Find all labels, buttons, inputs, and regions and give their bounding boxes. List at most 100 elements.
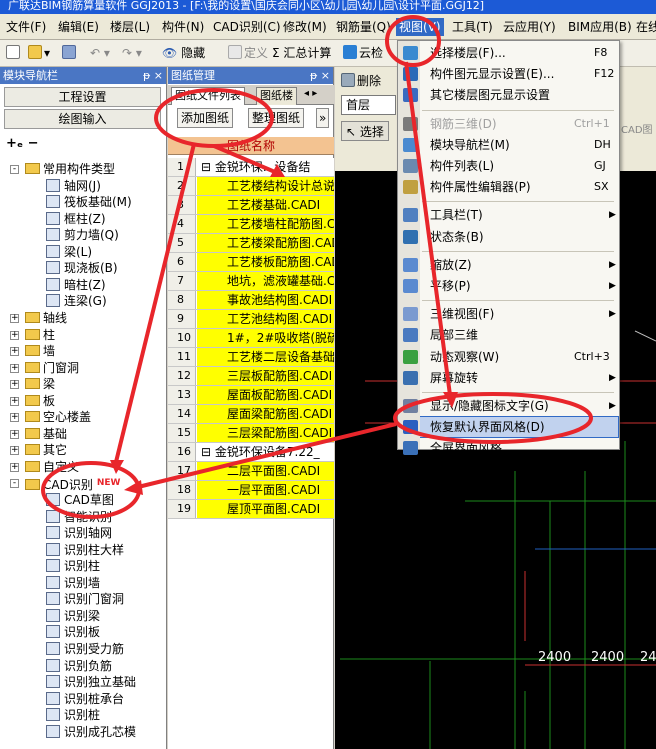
summary-calc-button[interactable]: Σ 汇总计算 <box>272 43 331 63</box>
drawing-row[interactable]: 3 工艺楼基础.CADI <box>168 196 334 215</box>
menu-item[interactable]: BIM应用(B) <box>568 18 632 36</box>
menu-item[interactable]: 楼层(L) <box>110 18 150 36</box>
menu-item[interactable]: 视图(V) <box>396 18 444 36</box>
panel-pin-close-icon[interactable]: ᵽ × <box>310 67 330 84</box>
tree-item[interactable]: 框柱(Z) <box>46 211 106 227</box>
view-menu-item[interactable]: 选择楼层(F)... F8 <box>400 43 617 63</box>
drawing-row[interactable]: 6 工艺楼板配筋图.CADI <box>168 253 334 272</box>
redo-button[interactable]: ↷ ▾ <box>122 43 142 63</box>
view-menu-item[interactable]: 局部三维 <box>400 325 617 345</box>
tree-item[interactable]: CAD草图 <box>46 492 114 508</box>
tree-item[interactable]: 识别板 <box>46 624 100 640</box>
new-file-button[interactable] <box>6 43 22 63</box>
define-button[interactable]: 定义 <box>228 43 268 63</box>
view-menu-item[interactable]: 状态条(B) <box>400 227 617 247</box>
select-button[interactable]: ↖ 选择 <box>341 121 389 141</box>
project-settings-button[interactable]: 工程设置 <box>4 87 161 107</box>
view-menu-item[interactable]: 缩放(Z) ▶ <box>400 255 617 275</box>
collapse-group-icon[interactable]: ⊟ <box>201 160 215 174</box>
view-menu-item[interactable]: 构件图元显示设置(E)... F12 <box>400 64 617 84</box>
view-menu-item[interactable]: 其它楼层图元显示设置 <box>400 85 617 105</box>
tab-drawing-files[interactable]: 图纸文件列表 <box>171 87 245 105</box>
tree-folder[interactable]: + 其它 <box>10 442 67 458</box>
expand-icon[interactable]: + <box>10 363 19 373</box>
menu-item[interactable]: 构件(N) <box>162 18 204 36</box>
drawing-row[interactable]: 2 工艺楼结构设计总说 <box>168 177 334 196</box>
tree-item[interactable]: 剪力墙(Q) <box>46 227 119 243</box>
expand-icon[interactable]: + <box>10 413 19 423</box>
tree-folder[interactable]: + 梁 <box>10 376 55 392</box>
view-menu-item[interactable]: 平移(P) ▶ <box>400 276 617 296</box>
expand-icon[interactable]: + <box>10 396 19 406</box>
tree-item[interactable]: 现浇板(B) <box>46 260 118 276</box>
tree-item[interactable]: 识别柱大样 <box>46 542 124 558</box>
organize-drawings-button[interactable]: 整理图纸 <box>248 108 305 128</box>
view-menu-item[interactable]: 模块导航栏(M) DH <box>400 135 617 155</box>
tree-item[interactable]: 识别梁 <box>46 608 100 624</box>
menu-item[interactable]: CAD识别(C) <box>213 18 281 36</box>
view-menu-item[interactable]: 构件属性编辑器(P) SX <box>400 177 617 197</box>
drawing-row[interactable]: 10 1#，2#吸收塔(脱硫塔 <box>168 329 334 348</box>
hide-button[interactable]: 👁 隐藏 <box>162 43 205 63</box>
delete-button[interactable]: 删除 <box>341 71 381 91</box>
drawing-group-row[interactable]: 1 ⊟ 金锐环保...设备结 <box>168 158 334 177</box>
tree-item[interactable]: 暗柱(Z) <box>46 277 106 293</box>
tree-item[interactable]: 梁(L) <box>46 244 92 260</box>
menu-item[interactable]: 钢筋量(Q) <box>336 18 391 36</box>
view-menu-item[interactable]: 恢复默认界面风格(D) <box>400 417 617 437</box>
tree-item[interactable]: 识别独立基础 <box>46 674 136 690</box>
drawing-row[interactable]: 15 三层梁配筋图.CADI <box>168 424 334 443</box>
menu-item[interactable]: 修改(M) <box>283 18 327 36</box>
drawing-row[interactable]: 12 三层板配筋图.CADI <box>168 367 334 386</box>
view-menu-item[interactable]: 工具栏(T) ▶ <box>400 205 617 225</box>
expand-icon[interactable]: + <box>10 313 19 323</box>
tree-folder[interactable]: + 自定义 <box>10 459 79 475</box>
menu-item[interactable]: 工具(T) <box>452 18 493 36</box>
collapse-icon[interactable]: - <box>10 165 19 174</box>
drawing-row[interactable]: 18 一层平面图.CADI <box>168 481 334 500</box>
tree-folder[interactable]: - 常用构件类型 <box>10 161 115 177</box>
drawing-row[interactable]: 8 事故池结构图.CADI <box>168 291 334 310</box>
tree-folder[interactable]: + 空心楼盖 <box>10 409 91 425</box>
drawing-row[interactable]: 7 地坑，滤液罐基础.CADI <box>168 272 334 291</box>
floor-select[interactable]: 首层 <box>341 95 396 115</box>
menu-item[interactable]: 云应用(Y) <box>503 18 556 36</box>
expand-icon[interactable]: + <box>10 330 19 340</box>
tree-item[interactable]: 识别成孔芯模 <box>46 724 136 740</box>
tree-item[interactable]: 识别门窗洞 <box>46 591 124 607</box>
tab-drawing-floors[interactable]: 图纸楼 <box>256 87 297 105</box>
tab-scroll-arrows-icon[interactable]: ◂ ▸ <box>304 88 317 99</box>
tree-folder[interactable]: + 板 <box>10 393 55 409</box>
tree-folder[interactable]: + 基础 <box>10 426 67 442</box>
drawing-row[interactable]: 13 屋面板配筋图.CADI <box>168 386 334 405</box>
drawing-row[interactable]: 9 工艺池结构图.CADI <box>168 310 334 329</box>
save-button[interactable] <box>62 43 78 63</box>
tree-item[interactable]: 轴网(J) <box>46 178 101 194</box>
view-menu-item[interactable]: 显示/隐藏图标文字(G) ▶ <box>400 396 617 416</box>
tree-item[interactable]: 识别轴网 <box>46 525 112 541</box>
drawing-group-row[interactable]: 16 ⊟ 金锐环保设备7.22_ <box>168 443 334 462</box>
menu-item[interactable]: 在线 <box>636 18 656 36</box>
tree-item[interactable]: 识别桩承台 <box>46 691 124 707</box>
view-menu-item[interactable]: 三维视图(F) ▶ <box>400 304 617 324</box>
tree-folder[interactable]: + 门窗洞 <box>10 360 79 376</box>
drawing-row[interactable]: 4 工艺楼墙柱配筋图.CADI <box>168 215 334 234</box>
add-drawing-button[interactable]: 添加图纸 <box>177 108 234 128</box>
menu-item[interactable]: 编辑(E) <box>58 18 99 36</box>
drawing-row[interactable]: 14 屋面梁配筋图.CADI <box>168 405 334 424</box>
tree-item[interactable]: 识别负筋 <box>46 658 112 674</box>
tree-folder[interactable]: + 墙 <box>10 343 55 359</box>
tree-item[interactable]: 识别墙 <box>46 575 100 591</box>
expand-icon[interactable]: + <box>10 380 19 390</box>
tree-folder[interactable]: - CAD识别 NEW <box>10 475 120 492</box>
drawing-row[interactable]: 11 工艺楼二层设备基础 <box>168 348 334 367</box>
tree-item[interactable]: 智能识别 <box>46 509 112 525</box>
tree-item[interactable]: 筏板基础(M) <box>46 194 132 210</box>
open-file-button[interactable]: ▾ <box>28 43 50 63</box>
view-menu-item[interactable]: 屏幕旋转 ▶ <box>400 368 617 388</box>
drawing-input-button[interactable]: 绘图输入 <box>4 109 161 129</box>
expand-icon[interactable]: + <box>10 347 19 357</box>
more-button[interactable]: » <box>316 108 330 128</box>
tree-folder[interactable]: + 轴线 <box>10 310 67 326</box>
cloud-check-button[interactable]: 云检 <box>343 43 383 63</box>
